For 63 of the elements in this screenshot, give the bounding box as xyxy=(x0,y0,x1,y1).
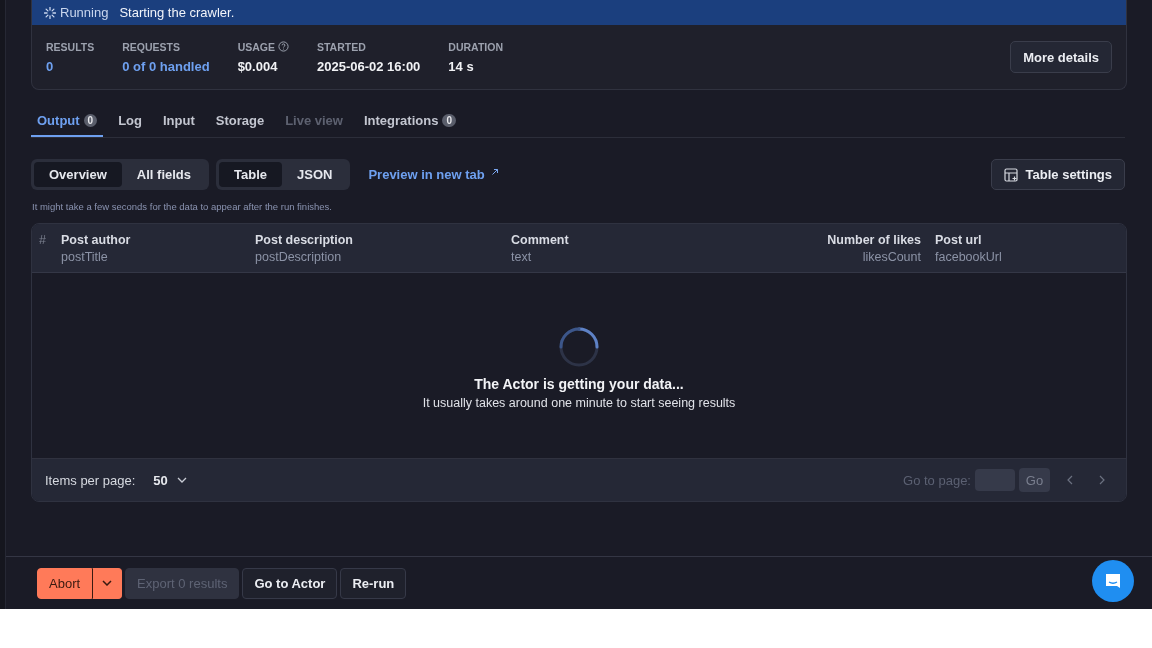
tab[interactable]: Input xyxy=(157,106,201,137)
chevron-left-icon xyxy=(1067,475,1073,485)
status-label: Running xyxy=(60,5,109,20)
help-icon xyxy=(278,41,289,52)
stat-value: $0.004 xyxy=(237,58,279,74)
status-message: Starting the crawler. xyxy=(119,5,235,20)
column-title: Post author xyxy=(61,233,132,247)
loading-subtitle: It usually takes around one minute to start seeing results xyxy=(422,395,736,410)
chevron-down-icon xyxy=(102,580,113,586)
count-badge: 0 xyxy=(83,114,98,127)
stat-value: 2025-06-02 16:00 xyxy=(317,58,421,74)
tab-label: Input xyxy=(163,113,195,128)
stat-link[interactable]: 0 xyxy=(46,58,95,74)
stat-link[interactable]: 0 of 0 handled xyxy=(122,58,210,74)
column-title: Post url xyxy=(935,233,983,247)
tab[interactable]: Storage xyxy=(209,106,271,137)
table-settings-button[interactable]: Table settings xyxy=(990,159,1125,190)
external-link-icon xyxy=(490,168,499,176)
count-badge: 0 xyxy=(442,114,456,127)
column-title: # xyxy=(39,233,47,247)
spinner-icon xyxy=(44,6,56,19)
column-title: Comment xyxy=(511,233,570,247)
tab[interactable]: Integrations 0 xyxy=(357,106,462,137)
chevron-right-icon xyxy=(1099,475,1105,485)
go-to-page-label: Go to page: xyxy=(903,472,971,488)
column-field: postDescription xyxy=(255,250,511,264)
loading-title: The Actor is getting your data... xyxy=(474,375,684,392)
tab-label: Output xyxy=(37,113,80,128)
column-title: Post description xyxy=(255,233,354,247)
hint-text: It might take a few seconds for the data to appear after the run finishes. xyxy=(32,201,333,212)
chat-button[interactable] xyxy=(1092,559,1134,602)
action-button[interactable]: Re-run xyxy=(340,567,407,599)
tab-label: Log xyxy=(118,113,142,128)
more-details-button[interactable]: More details xyxy=(1010,41,1112,73)
tab-label: Storage xyxy=(215,113,265,128)
tab[interactable]: Output 0 xyxy=(31,106,104,137)
column-title: Number of likes xyxy=(827,233,921,247)
stat-label: STARTED xyxy=(317,40,366,53)
column-field: likesCount xyxy=(827,250,921,264)
items-per-page-dropdown[interactable]: 50 xyxy=(153,472,187,488)
toggle-option[interactable]: JSON xyxy=(282,162,348,187)
stat-label: RESULTS xyxy=(46,40,95,53)
toggle-option[interactable]: All fields xyxy=(121,162,206,187)
tab-label: Integrations xyxy=(363,113,439,128)
stat-value: 14 s xyxy=(448,58,475,74)
stat-label: DURATION xyxy=(448,40,503,53)
table-settings-icon xyxy=(1003,167,1018,182)
toggle-option[interactable]: Table xyxy=(219,162,282,187)
stat-label: REQUESTS xyxy=(122,40,180,53)
tab[interactable]: Log xyxy=(112,106,148,137)
column-field: text xyxy=(511,250,828,264)
column-field: facebookUrl xyxy=(935,250,1126,264)
stat-label: USAGE xyxy=(237,40,275,53)
preview-link[interactable]: Preview in new tab xyxy=(368,167,499,182)
action-button[interactable]: Go to Actor xyxy=(242,567,338,599)
tab-label: Live view xyxy=(285,113,343,128)
chevron-down-icon xyxy=(176,477,187,483)
action-button[interactable]: Abort xyxy=(37,567,93,599)
loading-spinner-icon xyxy=(558,325,600,368)
toggle-option[interactable]: Overview xyxy=(34,162,122,187)
items-per-page-label: Items per page: xyxy=(45,472,136,488)
dropdown-button[interactable] xyxy=(92,567,123,599)
column-field: postTitle xyxy=(61,250,255,264)
